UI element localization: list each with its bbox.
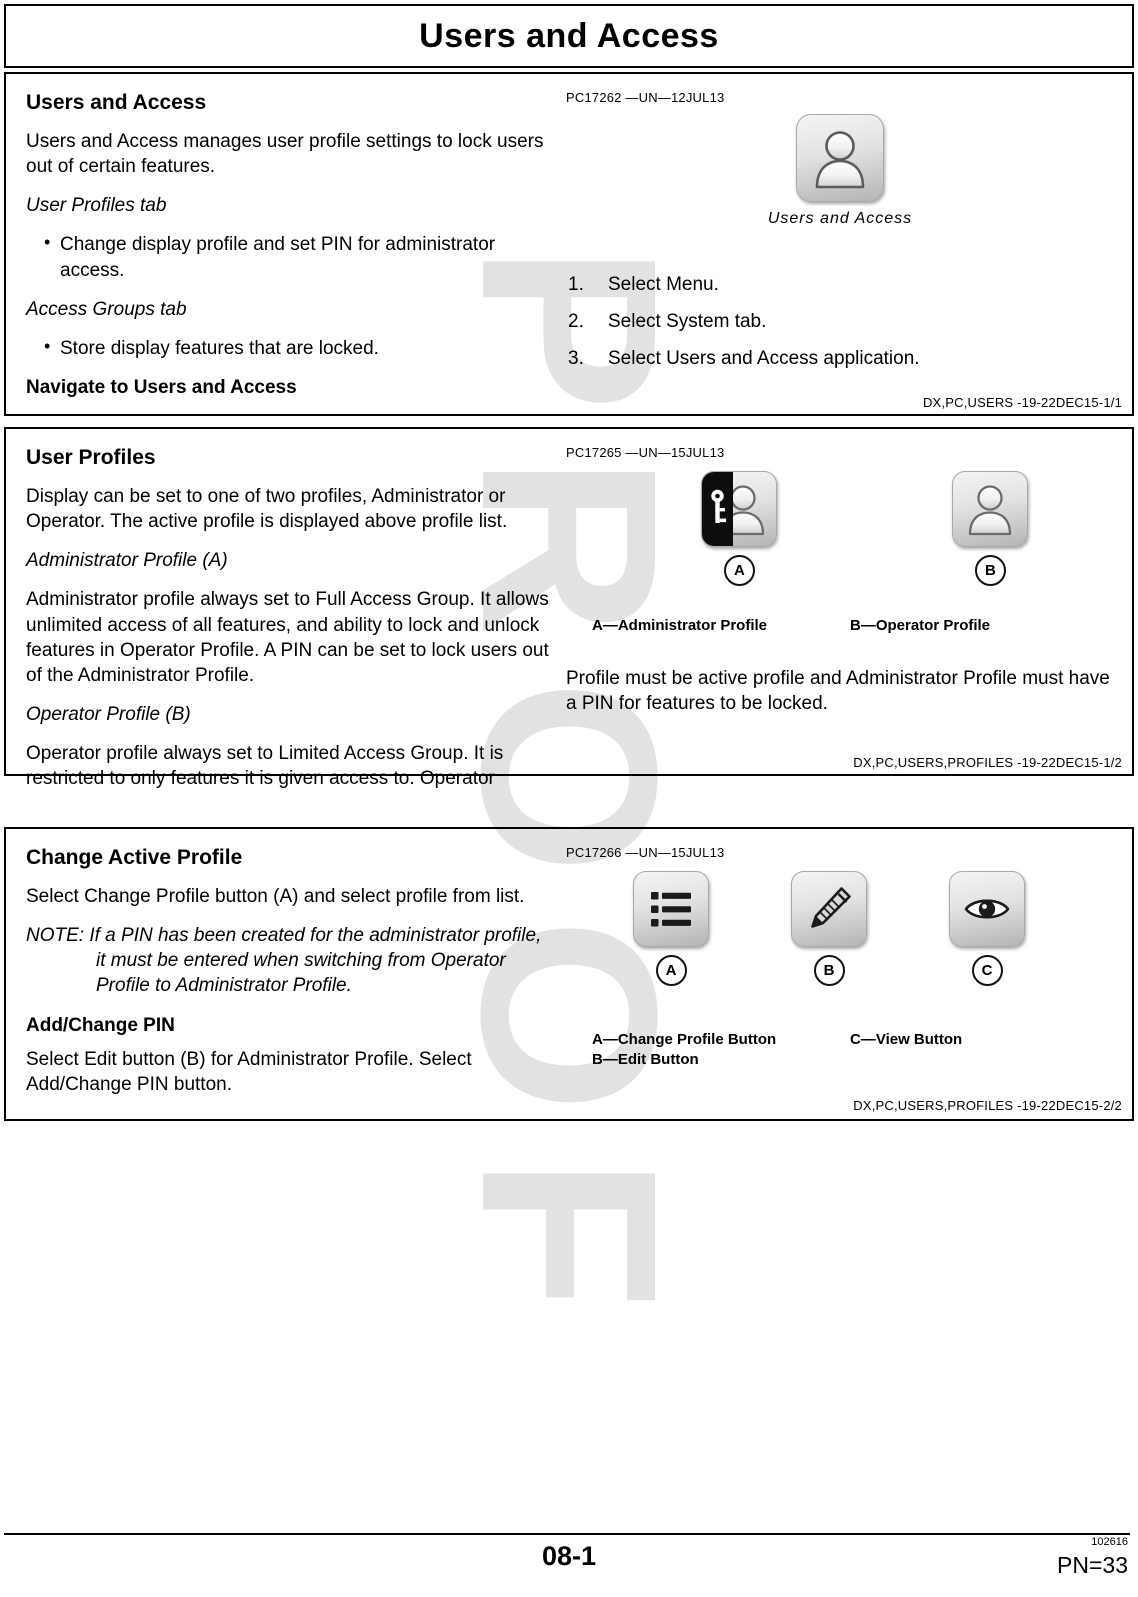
- section-2-figure: A B: [566, 470, 1114, 586]
- section-1-bullets-access-groups: Store display features that are locked.: [26, 335, 554, 361]
- section-1-left-column: Users and Access Users and Access manage…: [26, 90, 554, 410]
- section-1-steps: Select Menu. Select System tab. Select U…: [566, 272, 1114, 371]
- page-title-banner: Users and Access: [4, 4, 1134, 68]
- callout-bubble-c: C: [971, 954, 1003, 986]
- list-item: Change display profile and set PIN for a…: [44, 231, 554, 282]
- section-1-figure-id: PC17262 —UN—12JUL13: [566, 90, 725, 105]
- section-1-subhead-user-profiles-tab: User Profiles tab: [26, 195, 167, 217]
- section-3-legend: A—Change Profile Button B—Edit Button C—…: [566, 1030, 1114, 1071]
- section-3-intro: Select Change Profile button (A) and sel…: [26, 886, 525, 908]
- legend-item-c: C—View Button: [850, 1030, 963, 1048]
- footer-pn: PN=33: [1057, 1552, 1128, 1578]
- section-3-subhead-add-change-pin: Add/Change PIN: [26, 1014, 175, 1036]
- callout-bubble-a: A: [655, 954, 687, 986]
- admin-profile-icon-glyph: [702, 471, 765, 546]
- user-app-icon: [796, 113, 884, 202]
- list-item: Select System tab.: [568, 309, 767, 334]
- section-1-intro: Users and Access manages user profile se…: [26, 131, 544, 178]
- section-2-subhead-administrator: Administrator Profile (A): [26, 550, 228, 572]
- section-2-reference: DX,PC,USERS,PROFILES -19-22DEC15-1/2: [853, 755, 1122, 770]
- section-3-heading: Change Active Profile: [26, 846, 243, 869]
- operator-profile-figure-item: B: [867, 470, 1114, 586]
- section-3-figure: A B C: [566, 870, 1114, 986]
- pencil-edit-icon: [791, 870, 867, 947]
- section-change-active-profile: Change Active Profile Select Change Prof…: [4, 827, 1134, 1121]
- list-menu-icon-glyph: [651, 891, 691, 927]
- view-figure-item: C: [908, 870, 1066, 986]
- operator-profile-icon: [952, 470, 1029, 547]
- admin-profile-icon: [701, 470, 778, 547]
- section-3-reference: DX,PC,USERS,PROFILES -19-22DEC15-2/2: [853, 1098, 1122, 1113]
- legend-item-b: B—Operator Profile: [850, 616, 991, 634]
- legend-column-right: C—View Button: [850, 1030, 1100, 1071]
- section-2-right-paragraph: Profile must be active profile and Admin…: [566, 667, 1110, 714]
- footer-rule: [4, 1533, 1130, 1535]
- section-2-operator-body: Operator profile always set to Limited A…: [26, 742, 504, 789]
- manual-page: Users and Access Users and Access Users …: [0, 0, 1138, 1597]
- section-user-profiles: User Profiles Display can be set to one …: [4, 427, 1134, 789]
- change-profile-figure-item: A: [592, 870, 750, 986]
- list-item: Select Users and Access application.: [568, 346, 920, 371]
- section-2-right-column: PC17265 —UN—15JUL13 A B A—Administrator …: [566, 445, 1114, 730]
- section-2-legend: A—Administrator Profile B—Operator Profi…: [566, 616, 1114, 636]
- users-and-access-figure: [796, 113, 884, 202]
- edit-figure-item: B: [750, 870, 908, 986]
- section-1-figure-caption: Users and Access: [767, 209, 913, 227]
- section-3-note: NOTE: If a PIN has been created for the …: [26, 925, 542, 997]
- footer-doc-number: 102616: [1091, 1536, 1128, 1548]
- section-users-and-access: Users and Access Users and Access manage…: [4, 72, 1134, 416]
- footer-page-number: 08-1: [541, 1541, 597, 1571]
- callout-bubble-b: B: [974, 554, 1006, 586]
- page-title: Users and Access: [419, 16, 719, 55]
- eye-view-icon: [949, 870, 1025, 947]
- section-2-figure-id: PC17265 —UN—15JUL13: [566, 445, 725, 460]
- section-3-figure-id: PC17266 —UN—15JUL13: [566, 845, 725, 860]
- section-2-subhead-operator: Operator Profile (B): [26, 703, 191, 725]
- legend-item-b: B—Edit Button: [592, 1050, 699, 1068]
- section-3-add-change-pin-body: Select Edit button (B) for Administrator…: [26, 1049, 472, 1096]
- legend-item-a: A—Change Profile Button: [592, 1030, 777, 1048]
- section-1-subhead-access-groups-tab: Access Groups tab: [26, 298, 187, 320]
- callout-bubble-b: B: [813, 954, 845, 986]
- list-item: Select Menu.: [568, 272, 719, 297]
- callout-bubble-a: A: [723, 554, 755, 586]
- section-3-left-column: Change Active Profile Select Change Prof…: [26, 845, 554, 1111]
- legend-item-a: A—Administrator Profile: [592, 616, 768, 634]
- admin-profile-figure-item: A: [612, 470, 867, 586]
- list-item: Store display features that are locked.: [44, 335, 554, 361]
- section-2-left-column: User Profiles Display can be set to one …: [26, 445, 554, 805]
- list-menu-icon: [633, 870, 709, 947]
- section-1-right-column: PC17262 —UN—12JUL13 Users and Access Sel…: [566, 90, 1114, 383]
- pencil-edit-icon-glyph: [811, 886, 851, 928]
- section-1-bullets-user-profiles: Change display profile and set PIN for a…: [26, 231, 554, 282]
- operator-profile-icon-glyph: [969, 484, 1012, 535]
- eye-view-icon-glyph: [964, 899, 1010, 919]
- user-app-icon-glyph: [815, 130, 865, 188]
- section-1-reference: DX,PC,USERS -19-22DEC15-1/1: [922, 395, 1122, 410]
- section-3-right-column: PC17266 —UN—15JUL13 A B C A—Change Profi…: [566, 845, 1114, 1070]
- section-1-navigate-heading: Navigate to Users and Access: [26, 376, 297, 398]
- section-2-administrator-body: Administrator profile always set to Full…: [26, 589, 549, 686]
- section-2-heading: User Profiles: [26, 446, 156, 469]
- section-1-heading: Users and Access: [26, 91, 207, 114]
- section-2-intro: Display can be set to one of two profile…: [26, 486, 508, 533]
- legend-column-left: A—Change Profile Button B—Edit Button: [592, 1030, 850, 1071]
